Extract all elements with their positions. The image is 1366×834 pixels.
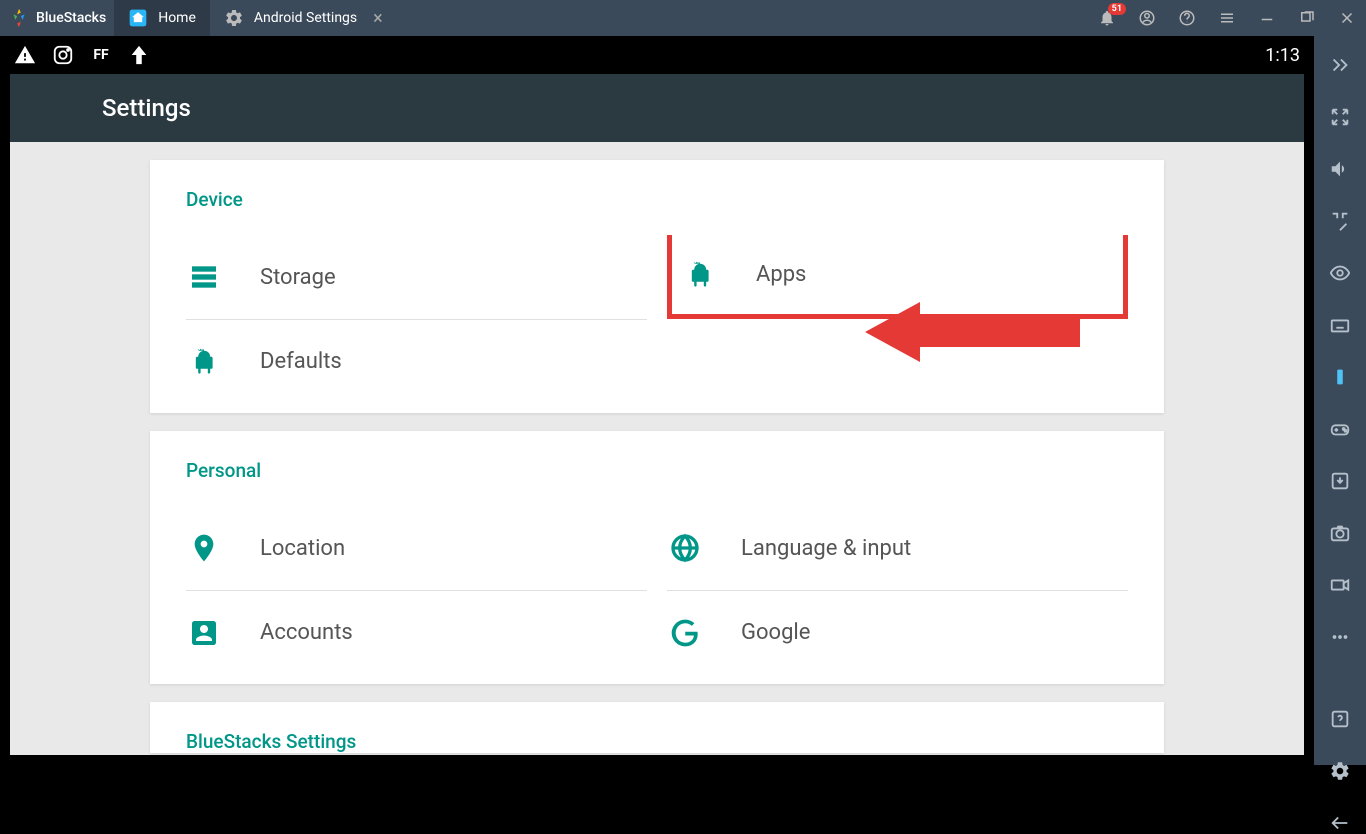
brand-text: BlueStacks [36,10,106,26]
rotate-icon[interactable] [1327,366,1353,388]
google-icon [667,615,703,651]
home-icon [128,8,148,28]
setting-label: Google [741,620,810,645]
setting-defaults[interactable]: Defaults [186,319,647,403]
setting-google[interactable]: Google [667,590,1128,674]
setting-accounts[interactable]: Accounts [186,590,647,674]
globe-icon [667,530,703,566]
help-icon[interactable] [1176,7,1198,29]
page-title: Settings [102,94,191,122]
warning-icon [14,44,36,66]
menu-icon[interactable] [1216,7,1238,29]
ff-icon: FF [90,44,112,66]
setting-label: Defaults [260,349,342,374]
android-icon [682,257,718,293]
setting-label: Location [260,536,345,561]
account-icon [186,615,222,651]
setting-label: Apps [756,262,806,287]
section-personal: Personal Location Language & [150,431,1164,684]
titlebar: BlueStacks Home Android Settings × 51 [0,0,1366,36]
setting-location[interactable]: Location [186,506,647,590]
android-content: Settings Device Storage [10,74,1304,755]
setting-storage[interactable]: Storage [186,235,647,319]
help-sidebar-icon[interactable] [1327,708,1353,730]
instagram-icon [52,44,74,66]
install-apk-icon[interactable] [1327,470,1353,492]
section-title: Personal [186,459,1128,482]
location-target-icon[interactable] [1327,210,1353,232]
section-title: Device [186,188,1128,211]
camera-icon[interactable] [1327,522,1353,544]
setting-label: Accounts [260,620,353,645]
back-icon[interactable] [1327,812,1353,834]
android-icon [186,344,222,380]
storage-icon [186,259,222,295]
tab-android-settings[interactable]: Android Settings × [210,0,397,36]
setting-language[interactable]: Language & input [667,506,1128,590]
gamepad-icon[interactable] [1327,418,1353,440]
setting-apps[interactable]: Apps [667,235,1128,319]
maximize-icon[interactable] [1296,7,1318,29]
volume-icon[interactable] [1327,158,1353,180]
settings-header: Settings [10,74,1304,142]
titlebar-right: 51 [1096,7,1358,29]
location-icon [186,530,222,566]
bluestacks-logo-icon [8,7,30,29]
notification-badge: 51 [1108,3,1126,15]
section-bluestacks: BlueStacks Settings [150,702,1164,753]
app-icon [128,44,150,66]
settings-body: Device Storage Apps [10,142,1304,755]
tab-label: Android Settings [254,10,357,26]
setting-label: Storage [260,265,336,290]
close-window-icon[interactable] [1336,7,1358,29]
account-icon[interactable] [1136,7,1158,29]
android-status-bar: FF 1:13 [0,36,1314,74]
tab-label: Home [158,10,196,26]
fullscreen-icon[interactable] [1327,106,1353,128]
setting-label: Language & input [741,536,911,561]
settings-sidebar-icon[interactable] [1327,760,1353,782]
minimize-icon[interactable] [1256,7,1278,29]
keyboard-icon[interactable] [1327,314,1353,336]
sidebar [1314,36,1366,765]
more-icon[interactable] [1327,626,1353,648]
section-device: Device Storage Apps [150,160,1164,413]
main-area: FF 1:13 Settings Device [0,36,1366,765]
video-record-icon[interactable] [1327,574,1353,596]
eye-icon[interactable] [1327,262,1353,284]
notifications-icon[interactable]: 51 [1096,7,1118,29]
android-screen: FF 1:13 Settings Device [0,36,1314,765]
tab-home[interactable]: Home [114,0,210,36]
close-icon[interactable]: × [373,8,383,29]
status-time: 1:13 [1265,45,1300,66]
gear-icon [224,8,244,28]
collapse-sidebar-icon[interactable] [1327,54,1353,76]
section-title: BlueStacks Settings [186,730,1128,753]
